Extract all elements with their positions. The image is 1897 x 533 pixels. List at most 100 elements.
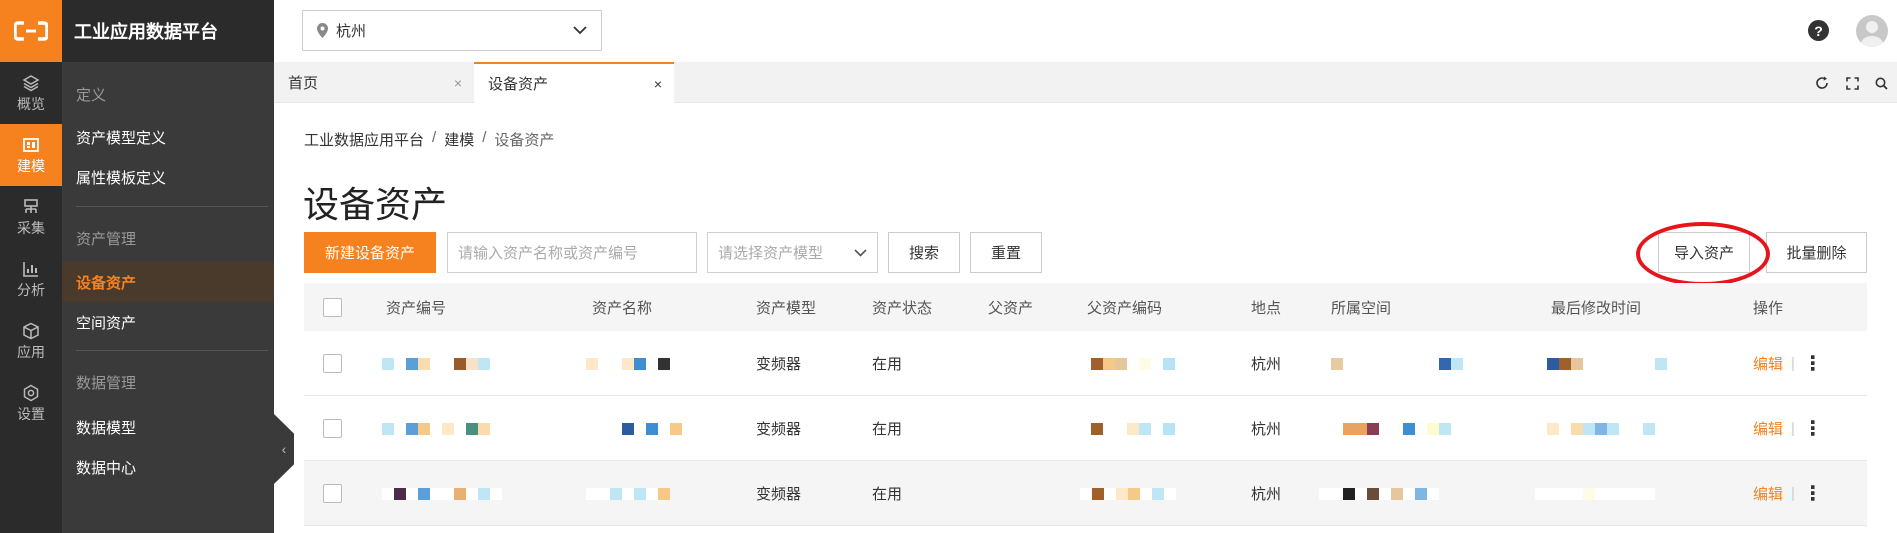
column-asset-name: 资产名称 — [592, 299, 653, 317]
sidebar-collapse-toggle[interactable]: ‹ — [274, 414, 294, 484]
tab-label: 首页 — [288, 75, 319, 92]
action-divider: | — [1791, 485, 1795, 502]
help-icon[interactable]: ? — [1808, 20, 1829, 41]
rail-label: 概览 — [17, 96, 45, 112]
breadcrumb-separator: / — [482, 129, 487, 146]
sidebar-group-title: 资产管理 — [76, 231, 137, 248]
refresh-icon[interactable] — [1813, 74, 1831, 92]
checkbox[interactable] — [323, 419, 342, 438]
breadcrumb-item-platform[interactable]: 工业数据应用平台 — [304, 129, 424, 150]
asset-model: 变频器 — [756, 486, 802, 503]
rail-item-modeling[interactable]: 建模 — [0, 124, 62, 186]
cube-icon — [23, 322, 39, 340]
redacted-asset-name — [586, 461, 670, 526]
page-title: 设备资产 — [303, 184, 448, 225]
asset-model: 变频器 — [756, 356, 802, 373]
fullscreen-icon[interactable] — [1843, 74, 1861, 92]
location: 杭州 — [1251, 486, 1282, 503]
city-select[interactable]: 杭州 — [302, 10, 602, 51]
redacted-modified-time — [1547, 331, 1667, 396]
search-button[interactable]: 搜索 — [888, 232, 960, 273]
sidebar-item-asset-model-def[interactable]: 资产模型定义 — [62, 117, 274, 157]
more-vertical-icon[interactable]: ⋮ — [1803, 481, 1823, 506]
bulk-delete-button[interactable]: 批量删除 — [1766, 232, 1867, 273]
more-vertical-icon[interactable]: ⋮ — [1803, 416, 1823, 441]
sidebar-divider — [76, 350, 268, 351]
row-actions: 编辑 | ⋮ — [1753, 331, 1823, 396]
row-checkbox[interactable] — [323, 396, 342, 461]
select-all-checkbox[interactable] — [323, 283, 342, 331]
redacted-space — [1319, 461, 1439, 526]
asset-status: 在用 — [872, 356, 903, 373]
close-icon[interactable]: × — [454, 75, 462, 91]
rail-item-overview[interactable]: 概览 — [0, 62, 62, 124]
action-divider: | — [1791, 420, 1795, 437]
chevron-down-icon — [573, 26, 587, 35]
sidebar-group-title: 定义 — [76, 87, 107, 104]
breadcrumb-item-modeling[interactable]: 建模 — [444, 129, 474, 150]
redacted-space — [1331, 396, 1463, 461]
sidebar-item-device-assets[interactable]: 设备资产 — [62, 262, 274, 302]
column-parent-asset: 父资产 — [988, 299, 1034, 317]
close-icon[interactable]: × — [654, 76, 662, 92]
tab-label: 设备资产 — [488, 76, 549, 93]
checkbox[interactable] — [323, 297, 342, 317]
platform-title: 工业应用数据平台 — [62, 0, 274, 62]
action-divider: | — [1791, 355, 1795, 372]
more-vertical-icon[interactable]: ⋮ — [1803, 351, 1823, 376]
rail-label: 采集 — [17, 220, 45, 236]
redacted-space — [1331, 331, 1463, 396]
rail-item-analysis[interactable]: 分析 — [0, 248, 62, 310]
sidebar-item-space-assets[interactable]: 空间资产 — [62, 302, 274, 342]
column-asset-model: 资产模型 — [756, 299, 817, 317]
asset-model-select[interactable]: 请选择资产模型 — [707, 232, 878, 273]
city-value: 杭州 — [336, 23, 367, 40]
redacted-asset-id — [382, 461, 502, 526]
row-actions: 编辑 | ⋮ — [1753, 461, 1823, 526]
redacted-modified-time — [1547, 396, 1655, 461]
rail-item-collect[interactable]: 采集 — [0, 186, 62, 248]
rail-item-settings[interactable]: 设置 — [0, 372, 62, 434]
column-location: 地点 — [1251, 299, 1282, 317]
redacted-asset-name — [586, 331, 670, 396]
edit-link[interactable]: 编辑 — [1753, 353, 1783, 374]
rail-item-apps[interactable]: 应用 — [0, 310, 62, 372]
asset-model-placeholder: 请选择资产模型 — [718, 245, 824, 262]
location: 杭州 — [1251, 356, 1282, 373]
reset-button[interactable]: 重置 — [970, 232, 1042, 273]
sidebar-item-data-model[interactable]: 数据模型 — [62, 407, 274, 447]
redacted-asset-id — [382, 396, 490, 461]
sidebar-divider — [76, 206, 268, 207]
column-parent-asset-code: 父资产编码 — [1087, 299, 1163, 317]
row-actions: 编辑 | ⋮ — [1753, 396, 1823, 461]
checkbox[interactable] — [323, 354, 342, 373]
search-input[interactable]: 请输入资产名称或资产编号 — [447, 232, 697, 273]
column-last-modified: 最后修改时间 — [1551, 299, 1642, 317]
row-checkbox[interactable] — [323, 331, 342, 396]
rail-label: 建模 — [17, 158, 45, 174]
asset-status: 在用 — [872, 421, 903, 438]
logo-icon — [14, 21, 48, 41]
chart-icon — [23, 262, 38, 277]
avatar[interactable] — [1856, 15, 1888, 47]
row-checkbox[interactable] — [323, 461, 342, 526]
asset-status: 在用 — [872, 486, 903, 503]
tab-home[interactable]: 首页 × — [274, 62, 474, 103]
brand-logo[interactable] — [0, 0, 62, 62]
checkbox[interactable] — [323, 484, 342, 503]
edit-link[interactable]: 编辑 — [1753, 483, 1783, 504]
user-avatar-icon — [1861, 21, 1883, 47]
tab-device-assets[interactable]: 设备资产 × — [474, 62, 674, 103]
new-device-asset-button[interactable]: 新建设备资产 — [304, 232, 436, 273]
sidebar-item-data-center[interactable]: 数据中心 — [62, 447, 274, 487]
column-asset-status: 资产状态 — [872, 299, 933, 317]
location: 杭州 — [1251, 421, 1282, 438]
sidebar-item-attr-template-def[interactable]: 属性模板定义 — [62, 157, 274, 197]
redacted-parent-code — [1091, 396, 1175, 461]
redacted-modified-time — [1535, 461, 1655, 526]
search-icon[interactable] — [1872, 74, 1890, 92]
sidebar-group-title: 数据管理 — [76, 375, 137, 392]
edit-link[interactable]: 编辑 — [1753, 418, 1783, 439]
annotation-circle — [1636, 222, 1770, 286]
column-space: 所属空间 — [1331, 299, 1392, 317]
